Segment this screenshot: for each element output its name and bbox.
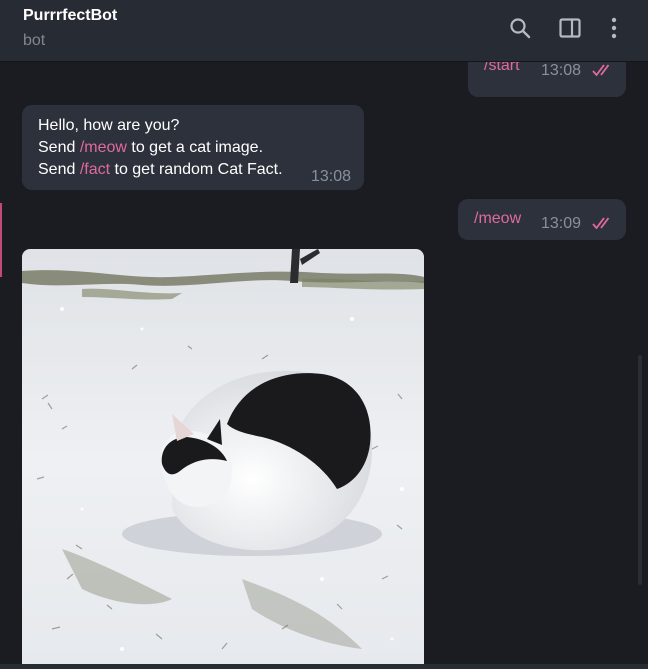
scrollbar[interactable] [638,355,642,585]
message-text[interactable]: /start [484,62,520,77]
outgoing-message[interactable]: /meow 13:09 [458,199,626,240]
message-text[interactable]: /meow [474,208,521,230]
message-time: 13:08 [541,62,582,79]
command-link-fact[interactable]: /fact [80,161,110,178]
more-menu-button[interactable] [602,14,626,42]
message-text: Send [38,161,80,178]
message-time: 13:09 [541,215,582,232]
search-icon [510,18,531,39]
search-button[interactable] [508,14,532,42]
chat-status: bot [23,32,46,49]
message-time: 13:08 [311,168,352,185]
message-text: to get a cat image. [126,139,264,156]
double-check-icon [592,64,610,76]
message-line: Hello, how are you? [38,115,179,137]
double-check-icon [592,217,610,229]
command-link-meow[interactable]: /meow [80,139,127,156]
cat-photo-image [22,249,424,669]
message-text: Send [38,139,80,156]
message-list[interactable]: /start 13:08 Hello, how are you? Send /m… [0,62,648,669]
message-text: Hello, how are you? [38,117,180,134]
message-line: Send /fact to get random Cat Fact. [38,159,283,181]
message-highlight-bar [0,203,2,277]
message-line: Send /meow to get a cat image. [38,137,263,159]
sidebar-toggle-icon [559,18,581,38]
chat-title[interactable]: PurrrfectBot [23,7,117,25]
sidebar-toggle-button[interactable] [558,14,582,42]
chat-header: PurrrfectBot bot [0,0,648,62]
incoming-message[interactable]: Hello, how are you? Send /meow to get a … [22,105,364,190]
cat-photo[interactable] [22,249,424,669]
outgoing-message[interactable]: /start 13:08 [468,62,626,97]
bottom-divider [0,664,648,669]
message-text: to get random Cat Fact. [110,161,283,178]
more-vertical-icon [611,17,617,39]
